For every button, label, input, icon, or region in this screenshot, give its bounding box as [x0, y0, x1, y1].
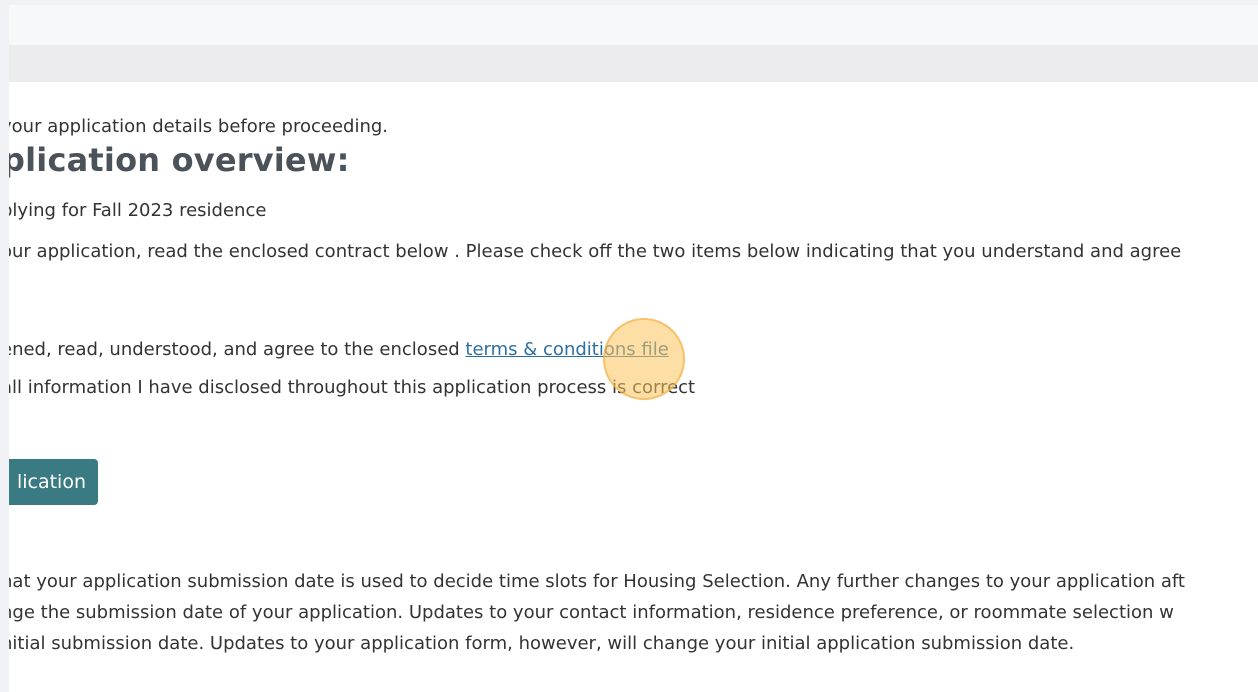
agree-terms-item[interactable]: ened, read, understood, and agree to the… [9, 339, 669, 360]
agree-terms-label: ened, read, understood, and agree to the… [9, 339, 466, 360]
intro-text: your application details before proceedi… [9, 116, 389, 137]
sub-header-bar [9, 45, 1258, 82]
submit-application-button[interactable]: lication [9, 459, 98, 505]
application-term-text: plying for Fall 2023 residence [9, 200, 267, 221]
page-viewport: your application details before proceedi… [9, 5, 1258, 692]
submission-note-line: nitial submission date. Updates to your … [9, 633, 1075, 654]
top-bar [9, 5, 1258, 45]
agree-info-item[interactable]: all information I have disclosed through… [9, 377, 695, 398]
agree-info-label: all information I have disclosed through… [9, 377, 696, 398]
application-overview-heading: plication overview: [9, 141, 350, 179]
submission-note-line: hat your application submission date is … [9, 571, 1185, 592]
submission-note-line: nge the submission date of your applicat… [9, 602, 1174, 623]
contract-instruction-text: our application, read the enclosed contr… [9, 241, 1182, 262]
terms-conditions-link[interactable]: terms & conditions file [465, 339, 668, 360]
